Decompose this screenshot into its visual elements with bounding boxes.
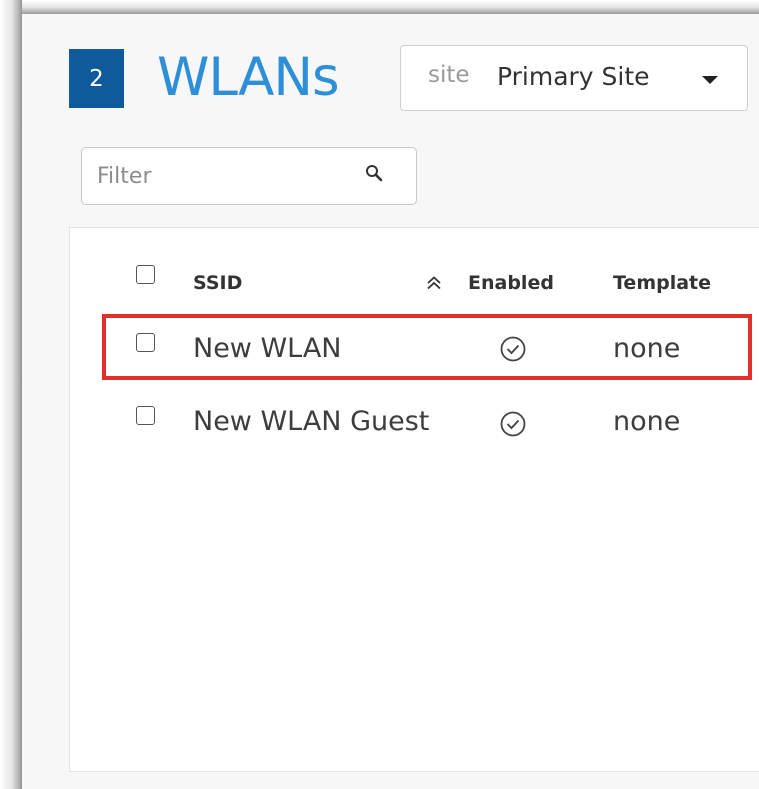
select-all-checkbox[interactable] bbox=[136, 265, 155, 284]
check-circle-icon bbox=[500, 411, 526, 437]
frame-shadow-top bbox=[0, 0, 759, 14]
column-header-template[interactable]: Template bbox=[613, 272, 711, 294]
check-circle-icon bbox=[500, 336, 526, 362]
filter-input[interactable] bbox=[82, 148, 367, 204]
site-selector-value: Primary Site bbox=[497, 62, 650, 91]
wlan-table bbox=[69, 227, 759, 772]
search-icon[interactable] bbox=[365, 164, 383, 182]
screenshot-frame: 2 WLANs site Primary Site SSID Enabled T… bbox=[0, 0, 759, 789]
double-chevron-up-icon[interactable] bbox=[427, 276, 441, 290]
page-title: WLANs bbox=[157, 47, 340, 108]
site-selector[interactable]: site Primary Site bbox=[400, 45, 748, 111]
row-template: none bbox=[613, 406, 681, 437]
column-header-ssid[interactable]: SSID bbox=[193, 272, 242, 294]
row-checkbox[interactable] bbox=[136, 333, 155, 352]
wlan-count-badge: 2 bbox=[69, 49, 124, 108]
site-selector-prefix: site bbox=[428, 62, 470, 88]
frame-shadow-left bbox=[0, 0, 22, 789]
row-template: none bbox=[613, 333, 681, 364]
row-ssid[interactable]: New WLAN Guest bbox=[193, 406, 429, 437]
row-checkbox[interactable] bbox=[136, 406, 155, 425]
row-ssid[interactable]: New WLAN bbox=[193, 333, 342, 364]
caret-down-icon bbox=[702, 76, 718, 84]
column-header-enabled[interactable]: Enabled bbox=[468, 272, 554, 294]
